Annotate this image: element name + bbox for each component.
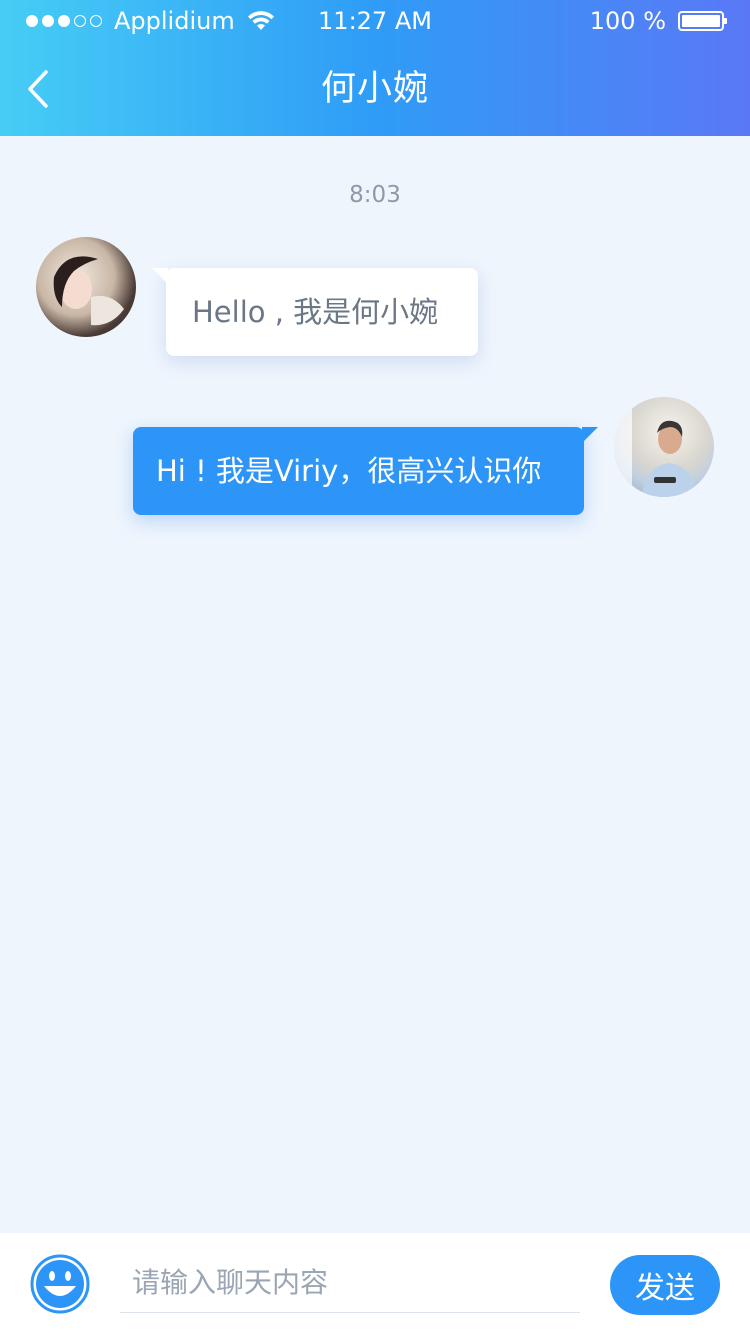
battery-icon [678,11,727,31]
page-title: 何小婉 [320,69,429,109]
message-timestamp: 8:03 [349,182,401,208]
input-bar: 发送 [0,1233,750,1334]
received-message-bubble[interactable]: Hello , 我是何小婉 [152,268,478,356]
status-bar: Applidium 11:27 AM 100 % [0,0,750,42]
send-button[interactable]: 发送 [610,1255,720,1315]
contact-avatar[interactable] [36,237,136,337]
nav-bar: 何小婉 [0,42,750,136]
message-input[interactable] [120,1253,580,1313]
message-text: Hello , 我是何小婉 [192,295,439,329]
header: Applidium 11:27 AM 100 % 何小婉 [0,0,750,136]
status-right: 100 % [589,0,727,42]
message-text: Hi ! 我是Viriy，很高兴认识你 [156,454,542,488]
battery-percentage: 100 % [589,7,666,35]
chat-area[interactable]: 8:03 Hello , 我是何小婉 Hi ! 我是Viriy，很高兴认识你 [0,136,750,1233]
sent-message-bubble[interactable]: Hi ! 我是Viriy，很高兴认识你 [133,427,598,515]
emoji-button[interactable] [30,1254,90,1314]
user-avatar[interactable] [614,397,714,497]
smiley-icon [30,1254,90,1314]
